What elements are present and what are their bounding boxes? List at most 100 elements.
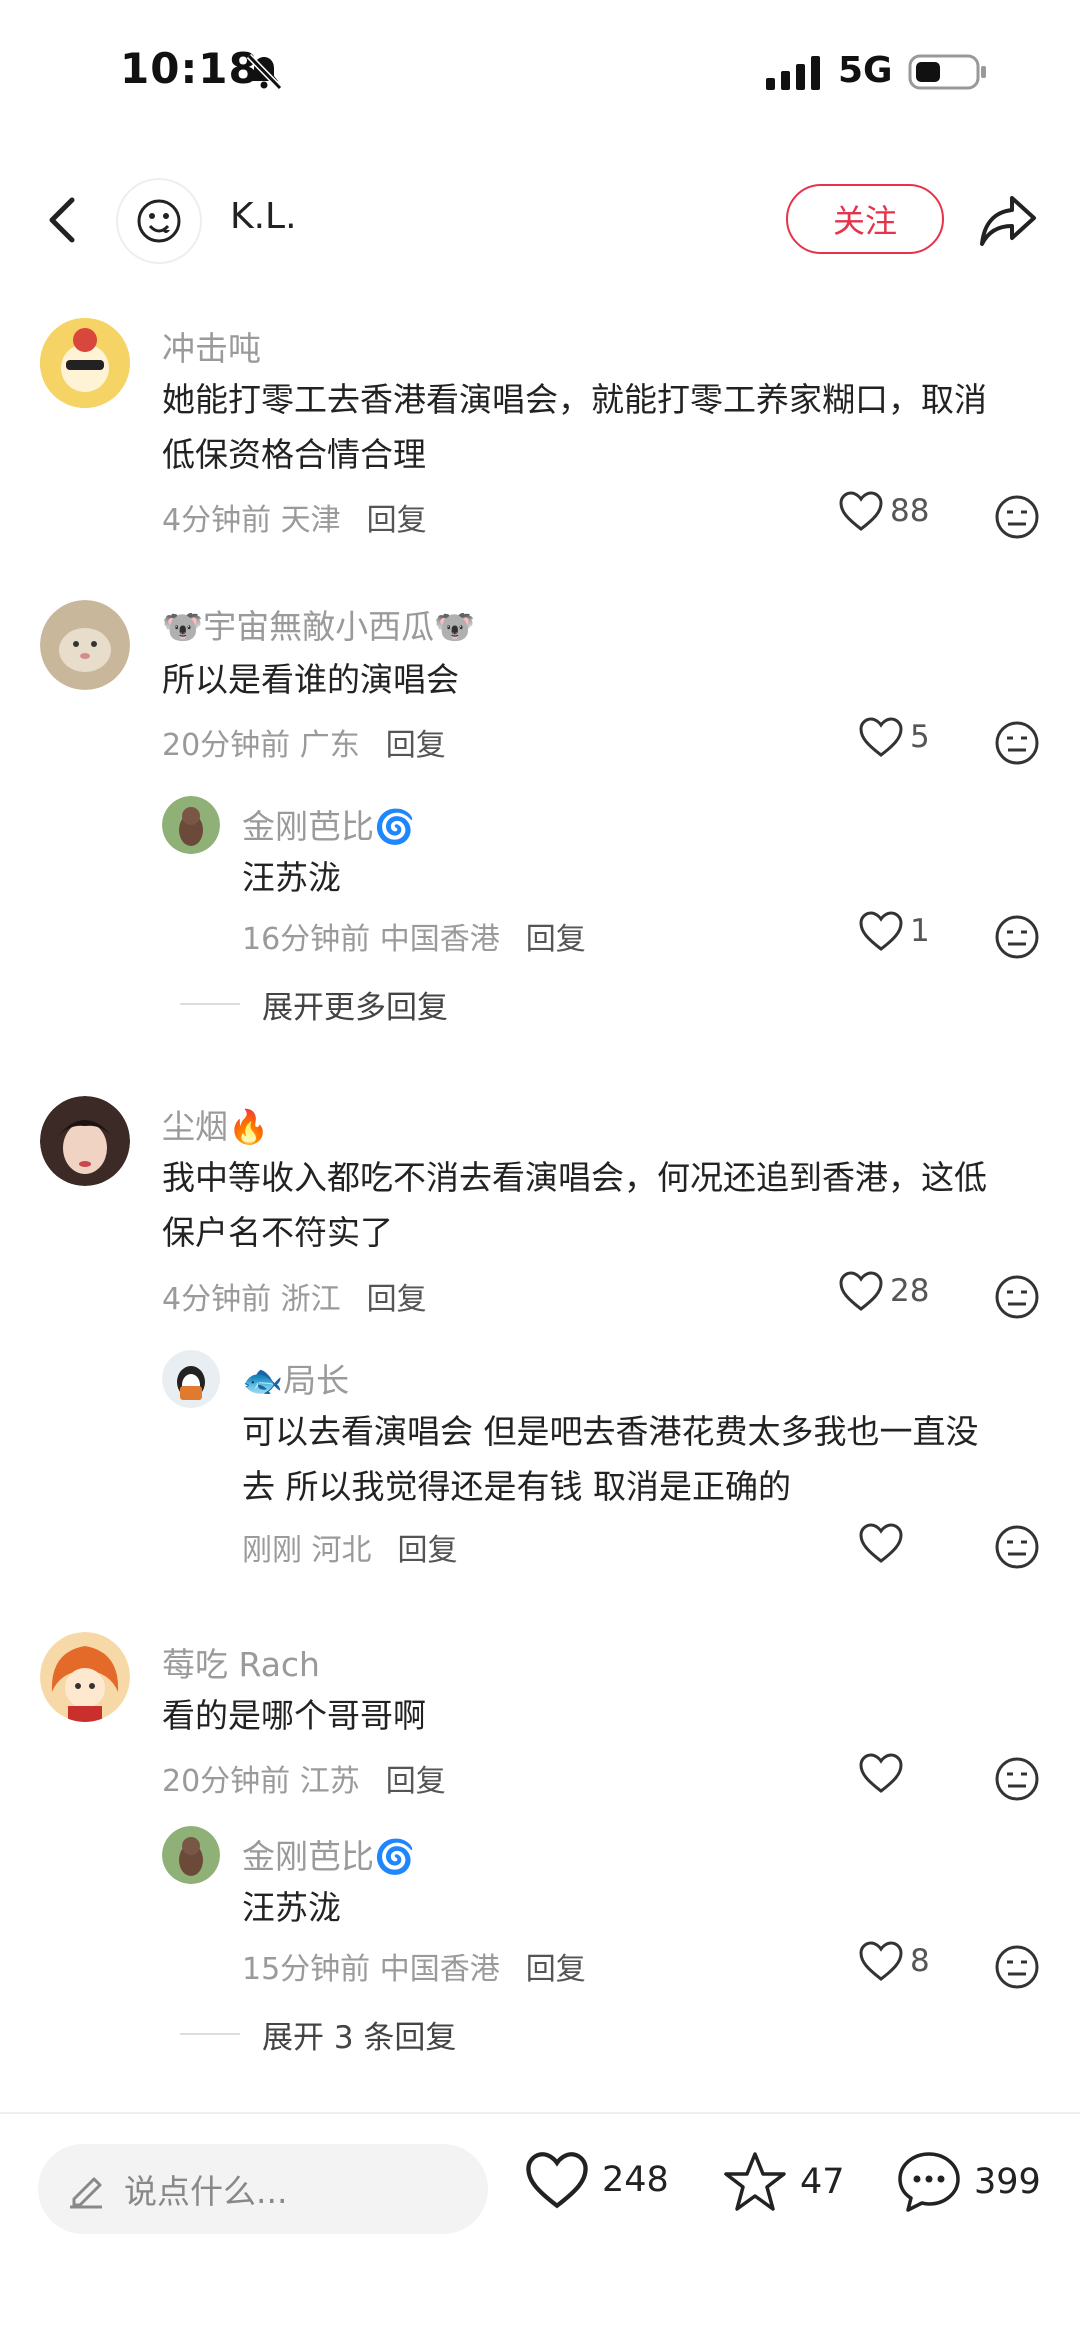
user-avatar[interactable] bbox=[40, 318, 130, 408]
signal-icon bbox=[766, 56, 820, 90]
comment-time-location: 20分钟前 广东 bbox=[162, 728, 360, 763]
comment-username[interactable]: 冲击吨 bbox=[162, 322, 261, 370]
reply-button[interactable]: 回复 bbox=[526, 922, 586, 957]
like-button[interactable] bbox=[858, 1752, 910, 1794]
network-type: 5G bbox=[838, 50, 893, 91]
like-button[interactable]: 8 bbox=[858, 1940, 930, 1982]
comment-meta: 20分钟前 江苏 回复 bbox=[162, 1756, 446, 1800]
like-button[interactable]: 28 bbox=[838, 1270, 929, 1312]
bell-off-icon bbox=[246, 53, 283, 91]
dislike-icon[interactable] bbox=[994, 914, 1040, 960]
expand-divider bbox=[180, 2033, 240, 2035]
like-button[interactable]: 1 bbox=[858, 910, 930, 952]
comment-item: 🐨宇宙無敵小西瓜🐨 所以是看谁的演唱会 20分钟前 广东 回复 5 金刚芭比🌀 汪… bbox=[0, 580, 1080, 1030]
like-count: 28 bbox=[890, 1273, 930, 1309]
reply-text-line: 可以去看演唱会 但是吧去香港花费太多我也一直没 bbox=[242, 1412, 979, 1451]
heart-icon bbox=[526, 2152, 588, 2209]
reply-time-location: 16分钟前 中国香港 bbox=[242, 922, 500, 957]
comment-meta: 20分钟前 广东 回复 bbox=[162, 720, 446, 764]
author-avatar[interactable] bbox=[116, 178, 202, 264]
dislike-icon[interactable] bbox=[994, 1524, 1040, 1570]
comment-username[interactable]: 尘烟🔥 bbox=[162, 1100, 269, 1148]
post-header: K.L. 关注 bbox=[0, 170, 1080, 270]
dislike-icon[interactable] bbox=[994, 1274, 1040, 1320]
like-count: 5 bbox=[910, 719, 930, 755]
comment-text-line: 她能打零工去香港看演唱会，就能打零工养家糊口，取消 bbox=[162, 380, 987, 419]
smiley-icon bbox=[137, 199, 181, 243]
bottom-action-bar: 说点什么... 248 47 399 bbox=[0, 2112, 1080, 2262]
reply-text-line: 汪苏泷 bbox=[242, 1888, 341, 1927]
comment-input[interactable]: 说点什么... bbox=[38, 2144, 488, 2234]
like-count: 8 bbox=[910, 1943, 930, 1979]
expand-replies-button[interactable]: 展开 3 条回复 bbox=[262, 2012, 456, 2057]
like-button[interactable]: 88 bbox=[838, 490, 929, 532]
share-icon[interactable] bbox=[976, 188, 1040, 252]
comment-item: 莓吃 Rach 看的是哪个哥哥啊 20分钟前 江苏 回复 金刚芭比🌀 汪苏泷 15… bbox=[0, 1630, 1080, 2080]
comment-meta: 4分钟前 浙江 回复 bbox=[162, 1274, 427, 1318]
like-button[interactable] bbox=[858, 1522, 910, 1564]
user-avatar[interactable] bbox=[40, 1632, 130, 1722]
like-button[interactable]: 5 bbox=[858, 716, 930, 758]
dislike-icon[interactable] bbox=[994, 494, 1040, 540]
reply-username[interactable]: 金刚芭比🌀 bbox=[242, 800, 415, 848]
expand-divider bbox=[180, 1003, 240, 1005]
post-star-button[interactable]: 47 bbox=[722, 2150, 845, 2214]
reply-username[interactable]: 金刚芭比🌀 bbox=[242, 1830, 415, 1878]
reply-time-location: 15分钟前 中国香港 bbox=[242, 1952, 500, 1987]
comment-text-line: 我中等收入都吃不消去看演唱会，何况还追到香港，这低 bbox=[162, 1158, 987, 1197]
comment-text-line: 所以是看谁的演唱会 bbox=[162, 660, 459, 699]
status-bar: 10:18 5G bbox=[0, 0, 1080, 150]
comment-time-location: 20分钟前 江苏 bbox=[162, 1764, 360, 1799]
expand-replies-button[interactable]: 展开更多回复 bbox=[262, 982, 448, 1027]
dislike-icon[interactable] bbox=[994, 720, 1040, 766]
reply-button[interactable]: 回复 bbox=[367, 503, 427, 538]
comment-time-location: 4分钟前 浙江 bbox=[162, 1282, 341, 1317]
comment-meta: 4分钟前 天津 回复 bbox=[162, 495, 427, 539]
heart-icon bbox=[859, 1753, 903, 1793]
post-comment-button[interactable]: 399 bbox=[896, 2150, 1041, 2214]
user-avatar[interactable] bbox=[40, 600, 130, 690]
reply-meta: 16分钟前 中国香港 回复 bbox=[242, 914, 586, 958]
dislike-icon[interactable] bbox=[994, 1944, 1040, 1990]
comment-bubble-icon bbox=[898, 2152, 960, 2212]
post-like-count: 248 bbox=[602, 2160, 669, 2200]
back-icon[interactable] bbox=[36, 188, 92, 252]
heart-icon bbox=[859, 1941, 903, 1981]
post-comment-count: 399 bbox=[974, 2162, 1041, 2202]
comment-username[interactable]: 🐨宇宙無敵小西瓜🐨 bbox=[162, 600, 475, 648]
like-count: 1 bbox=[910, 913, 930, 949]
reply-text-line: 汪苏泷 bbox=[242, 858, 341, 897]
dislike-icon[interactable] bbox=[994, 1756, 1040, 1802]
reply-meta: 刚刚 河北 回复 bbox=[242, 1525, 458, 1569]
star-icon bbox=[724, 2152, 786, 2211]
reply-avatar[interactable] bbox=[162, 796, 220, 854]
author-name[interactable]: K.L. bbox=[230, 196, 297, 237]
comment-input-placeholder: 说点什么... bbox=[124, 2172, 288, 2211]
reply-button[interactable]: 回复 bbox=[367, 1282, 427, 1317]
reply-time-location: 刚刚 河北 bbox=[242, 1533, 372, 1568]
comment-text-line: 低保资格合情合理 bbox=[162, 435, 426, 474]
reply-button[interactable]: 回复 bbox=[386, 728, 446, 763]
heart-icon bbox=[859, 911, 903, 951]
comment-time-location: 4分钟前 天津 bbox=[162, 503, 341, 538]
post-like-button[interactable]: 248 bbox=[524, 2150, 669, 2210]
home-indicator-area bbox=[0, 2262, 1080, 2341]
user-avatar[interactable] bbox=[40, 1096, 130, 1186]
heart-icon bbox=[859, 1523, 903, 1563]
battery-icon bbox=[908, 54, 986, 90]
comment-item: 尘烟🔥 我中等收入都吃不消去看演唱会，何况还追到香港，这低 保户名不符实了 4分… bbox=[0, 1090, 1080, 1590]
reply-avatar[interactable] bbox=[162, 1350, 220, 1408]
comment-text-line: 看的是哪个哥哥啊 bbox=[162, 1696, 426, 1735]
comment-item: 冲击吨 她能打零工去香港看演唱会，就能打零工养家糊口，取消 低保资格合情合理 4… bbox=[0, 300, 1080, 540]
comment-username[interactable]: 莓吃 Rach bbox=[162, 1638, 320, 1686]
heart-icon bbox=[839, 1271, 883, 1311]
comment-text-line: 保户名不符实了 bbox=[162, 1213, 393, 1252]
reply-button[interactable]: 回复 bbox=[386, 1764, 446, 1799]
reply-username[interactable]: 🐟局长 bbox=[242, 1354, 349, 1402]
status-time: 10:18 bbox=[120, 44, 259, 93]
heart-icon bbox=[839, 491, 883, 531]
follow-button[interactable]: 关注 bbox=[786, 184, 944, 254]
reply-avatar[interactable] bbox=[162, 1826, 220, 1884]
reply-button[interactable]: 回复 bbox=[398, 1533, 458, 1568]
reply-button[interactable]: 回复 bbox=[526, 1952, 586, 1987]
